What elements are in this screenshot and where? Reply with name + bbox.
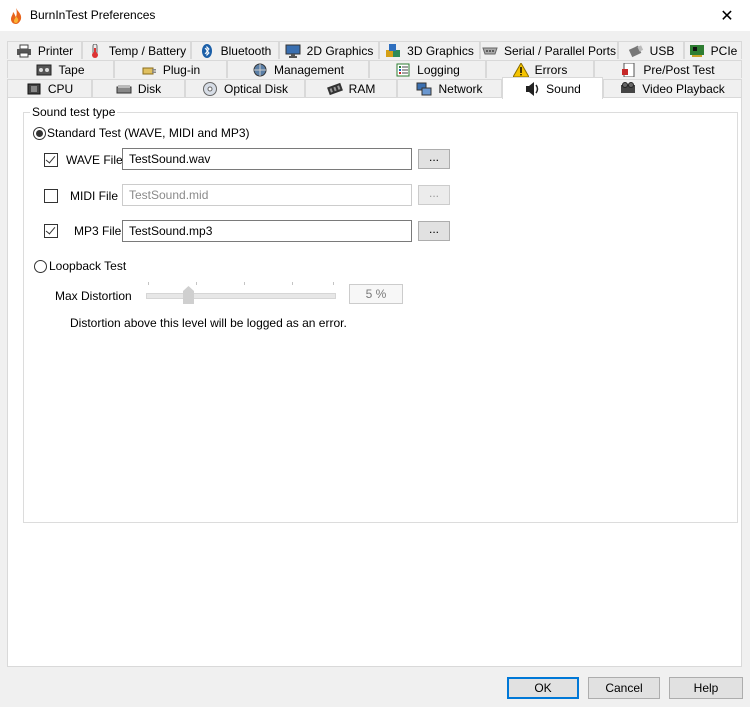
network-globe-icon bbox=[253, 63, 267, 76]
tab-optical-disk[interactable]: Optical Disk bbox=[185, 79, 305, 97]
cancel-button[interactable]: Cancel bbox=[588, 677, 660, 699]
tab-row-3: CPU Disk Optical Disk RAM Network Sound … bbox=[7, 77, 742, 99]
tab-ram[interactable]: RAM bbox=[305, 79, 397, 97]
slider-tick bbox=[196, 282, 197, 285]
speaker-icon bbox=[526, 81, 539, 96]
standard-test-label: Standard Test (WAVE, MIDI and MP3) bbox=[47, 126, 250, 140]
mp3-file-label: MP3 File bbox=[74, 224, 122, 238]
mp3-browse-button[interactable]: ... bbox=[418, 221, 450, 241]
midi-file-label: MIDI File bbox=[70, 189, 118, 203]
tab-row-2: Tape Plug-in Management Logging Errors P… bbox=[7, 60, 742, 79]
plugin-icon bbox=[142, 67, 156, 74]
pcie-card-icon bbox=[689, 44, 704, 57]
printer-icon bbox=[16, 44, 31, 57]
slider-tick bbox=[292, 282, 293, 285]
wave-file-checkbox[interactable] bbox=[44, 153, 58, 167]
port-icon bbox=[482, 47, 498, 54]
network-icon bbox=[416, 82, 432, 95]
tab-network[interactable]: Network bbox=[397, 79, 502, 97]
tab-video-playback[interactable]: Video Playback bbox=[603, 79, 742, 97]
tape-icon bbox=[36, 64, 52, 75]
midi-file-checkbox[interactable] bbox=[44, 189, 58, 203]
ok-button[interactable]: OK bbox=[507, 677, 579, 699]
wave-browse-button[interactable]: ... bbox=[418, 149, 450, 169]
cpu-icon bbox=[27, 83, 41, 94]
thermometer-icon bbox=[91, 43, 98, 58]
ram-icon bbox=[326, 82, 343, 95]
tab-logging[interactable]: Logging bbox=[369, 60, 486, 78]
group-title: Sound test type bbox=[30, 105, 118, 119]
document-icon bbox=[622, 62, 635, 77]
cubes-icon bbox=[386, 43, 401, 57]
tab-row-1: Printer Temp / Battery Bluetooth 2D Grap… bbox=[7, 41, 742, 60]
close-button[interactable]: ✕ bbox=[704, 0, 750, 31]
loopback-test-radio[interactable] bbox=[34, 260, 47, 273]
distortion-slider-track[interactable] bbox=[146, 293, 336, 299]
slider-tick bbox=[244, 282, 245, 285]
help-button[interactable]: Help bbox=[669, 677, 743, 699]
title-bar: BurnInTest Preferences ✕ bbox=[0, 0, 750, 31]
slider-tick bbox=[148, 282, 149, 285]
wave-file-label: WAVE File bbox=[66, 153, 123, 167]
tab-2d-graphics[interactable]: 2D Graphics bbox=[279, 41, 379, 59]
monitor-icon bbox=[285, 44, 301, 58]
midi-file-input[interactable]: TestSound.mid bbox=[122, 184, 412, 206]
sound-tab-panel: Sound test type bbox=[7, 97, 742, 667]
tab-tape[interactable]: Tape bbox=[7, 60, 114, 78]
tab-temp-battery[interactable]: Temp / Battery bbox=[82, 41, 191, 59]
tab-management[interactable]: Management bbox=[227, 60, 369, 78]
bluetooth-icon bbox=[201, 43, 212, 58]
tab-serial-parallel[interactable]: Serial / Parallel Ports bbox=[480, 41, 618, 59]
tab-printer[interactable]: Printer bbox=[7, 41, 82, 59]
tab-pcie[interactable]: PCIe bbox=[684, 41, 742, 59]
max-distortion-label: Max Distortion bbox=[55, 289, 132, 303]
disk-drive-icon bbox=[116, 84, 132, 93]
close-icon: ✕ bbox=[720, 7, 734, 25]
tab-cpu[interactable]: CPU bbox=[7, 79, 92, 97]
warning-icon bbox=[512, 62, 529, 77]
tab-usb[interactable]: USB bbox=[618, 41, 684, 59]
film-icon bbox=[621, 81, 636, 93]
usb-icon bbox=[628, 44, 643, 57]
tab-sound[interactable]: Sound bbox=[502, 77, 603, 99]
slider-tick bbox=[333, 282, 334, 285]
tab-pre-post-test[interactable]: Pre/Post Test bbox=[594, 60, 742, 78]
distortion-value-field[interactable]: 5 % bbox=[349, 284, 403, 304]
tab-bluetooth[interactable]: Bluetooth bbox=[191, 41, 279, 59]
mp3-file-checkbox[interactable] bbox=[44, 224, 58, 238]
standard-test-radio[interactable] bbox=[33, 127, 46, 140]
tab-errors[interactable]: Errors bbox=[486, 60, 594, 78]
tab-plugin[interactable]: Plug-in bbox=[114, 60, 227, 78]
distortion-note: Distortion above this level will be logg… bbox=[70, 316, 347, 330]
burnintest-flame-icon bbox=[11, 8, 22, 24]
window-title: BurnInTest Preferences bbox=[30, 8, 156, 22]
optical-disk-icon bbox=[202, 81, 217, 96]
log-list-icon bbox=[396, 63, 410, 76]
loopback-test-label: Loopback Test bbox=[49, 259, 127, 273]
tab-3d-graphics[interactable]: 3D Graphics bbox=[379, 41, 480, 59]
distortion-slider-thumb[interactable] bbox=[183, 286, 194, 304]
midi-browse-button[interactable]: ... bbox=[418, 185, 450, 205]
mp3-file-input[interactable]: TestSound.mp3 bbox=[122, 220, 412, 242]
tab-disk[interactable]: Disk bbox=[92, 79, 185, 97]
wave-file-input[interactable]: TestSound.wav bbox=[122, 148, 412, 170]
